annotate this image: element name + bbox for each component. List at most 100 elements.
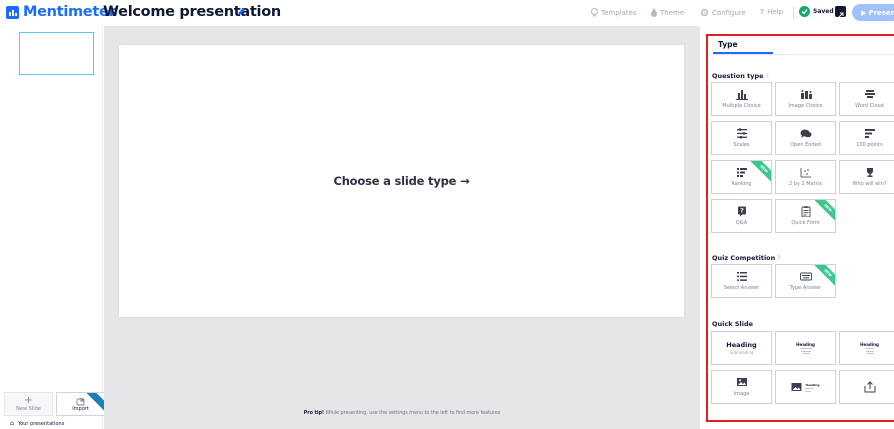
quick-slide-image-card[interactable]: Image <box>711 370 772 404</box>
import-button[interactable]: Import <box>56 392 105 416</box>
help-label: Help <box>767 8 784 16</box>
card-label: Quick Form <box>791 220 820 226</box>
card-label: Open Ended <box>790 142 821 148</box>
card-label: Q&A <box>735 220 748 226</box>
pro-tip-label: Pro tip! <box>303 411 325 416</box>
trophy-icon <box>866 168 873 177</box>
slide-type-ranking[interactable]: Ranking NEW <box>711 160 772 194</box>
pencil-icon[interactable] <box>236 6 247 17</box>
configure-button[interactable]: Configure <box>700 8 746 17</box>
help-icon[interactable]: ? <box>766 72 769 80</box>
qa-icon: ? <box>737 206 746 217</box>
your-presentations-link[interactable]: ⌂ Your presentations <box>10 420 64 427</box>
slide-type-quick-form[interactable]: Quick Form NEW <box>775 199 836 233</box>
lightbulb-icon <box>591 8 598 17</box>
templates-button[interactable]: Templates <box>591 8 637 17</box>
play-icon: ▶ <box>861 8 867 17</box>
svg-text:?: ? <box>740 208 744 215</box>
pro-tip: Pro tip! While presenting, use the setti… <box>104 411 700 416</box>
heading-preview-subtitle: Subheading <box>729 350 754 355</box>
top-bar: Mentimeter Welcome presentation Template… <box>0 0 894 26</box>
scales-icon <box>736 128 747 139</box>
slide-type-open-ended[interactable]: Open Ended <box>775 121 836 155</box>
your-presentations-label: Your presentations <box>17 420 65 427</box>
theme-label: Theme <box>660 8 685 17</box>
slide-thumbnail[interactable] <box>19 32 94 75</box>
slide-type-type-answer[interactable]: Type Answer NEW <box>775 264 836 298</box>
configure-label: Configure <box>712 8 746 17</box>
card-label: Scales <box>733 142 750 148</box>
presentation-title[interactable]: Welcome presentation <box>103 4 281 20</box>
card-label: Word Cloud <box>855 103 884 109</box>
check-icon <box>799 6 810 17</box>
fullscreen-icon[interactable] <box>835 6 846 19</box>
question-mark-icon: ? <box>760 8 765 16</box>
plus-icon: + <box>24 395 33 406</box>
home-icon: ⌂ <box>10 420 14 427</box>
image-icon <box>736 378 747 386</box>
image-icon <box>791 383 802 391</box>
slide-type-panel: Type Question type? Multiple Choice Imag… <box>706 34 894 422</box>
list-line <box>865 348 874 350</box>
card-label: Who will win? <box>852 181 887 187</box>
new-slide-label: New Slide <box>16 406 41 412</box>
tab-type[interactable]: Type <box>718 40 738 49</box>
card-label: 2 by 2 Matrix <box>788 181 822 187</box>
quick-slide-list-card[interactable]: Heading <box>839 331 894 365</box>
list-line <box>865 353 874 355</box>
quiz-competition-title: Quiz Competition <box>712 254 776 262</box>
slide-type-select-answer[interactable]: Select Answer <box>711 264 772 298</box>
new-badge: NEW <box>749 161 771 184</box>
text-line <box>805 390 812 392</box>
card-label: Select Answer <box>723 285 760 291</box>
heading-preview-title: Heading <box>726 341 757 349</box>
slide-type-100-points[interactable]: 100 points <box>839 121 894 155</box>
matrix-icon <box>800 168 811 178</box>
slide-type-qa[interactable]: ? Q&A <box>711 199 772 233</box>
slide-type-word-cloud[interactable]: Word Cloud <box>839 82 894 116</box>
header-divider <box>793 7 794 19</box>
saved-status: Saved <box>799 6 834 17</box>
export-icon <box>864 381 875 393</box>
help-button[interactable]: ? Help <box>760 8 783 16</box>
quick-slide-export-card[interactable] <box>839 370 894 404</box>
word-cloud-icon <box>864 90 875 98</box>
quick-slide-heading-card[interactable]: Heading Subheading <box>711 331 772 365</box>
question-type-heading: Question type? <box>712 72 769 80</box>
logo-icon <box>6 5 19 19</box>
mentimeter-logo[interactable]: Mentimeter <box>6 4 116 20</box>
image-choice-icon <box>800 90 812 99</box>
slide-type-image-choice[interactable]: Image Choice <box>775 82 836 116</box>
card-label: Image <box>733 391 750 397</box>
slide-list-panel: + New Slide Import ⌂ Your presentations <box>0 26 105 429</box>
slide-type-scales[interactable]: Scales <box>711 121 772 155</box>
new-slide-button[interactable]: + New Slide <box>4 392 53 416</box>
theme-button[interactable]: Theme <box>651 8 684 17</box>
list-preview-title: Heading <box>860 341 879 347</box>
editor-canvas: Choose a slide type → Pro tip! While pre… <box>104 26 700 429</box>
bullets-preview-title: Heading <box>796 341 815 347</box>
card-label: Type Answer <box>789 285 822 291</box>
card-label: Multiple Choice <box>722 103 761 109</box>
slide-type-multiple-choice[interactable]: Multiple Choice <box>711 82 772 116</box>
card-label: Ranking <box>731 181 752 187</box>
bullet-line <box>800 350 811 352</box>
question-type-title: Question type <box>712 72 764 80</box>
card-label: Image Choice <box>788 103 823 109</box>
slide-type-who-will-win[interactable]: Who will win? <box>839 160 894 194</box>
present-label: Present <box>868 8 894 17</box>
droplet-icon <box>651 8 657 17</box>
help-icon[interactable]: ? <box>777 254 780 262</box>
text-line <box>805 388 814 389</box>
quick-slide-image-text-card[interactable]: Heading <box>775 370 836 404</box>
slide-preview[interactable]: Choose a slide type → <box>119 45 684 317</box>
pro-tip-text: While presenting, use the settings menu … <box>324 411 501 416</box>
speech-bubbles-icon <box>800 129 811 138</box>
present-button[interactable]: ▶ Present <box>852 4 894 21</box>
quiz-competition-heading: Quiz Competition? <box>712 254 781 262</box>
clipboard-icon <box>801 206 810 217</box>
quick-slide-bullets-card[interactable]: Heading <box>775 331 836 365</box>
bullet-line <box>799 348 812 350</box>
slide-type-2-by-2-matrix[interactable]: 2 by 2 Matrix <box>775 160 836 194</box>
tab-divider <box>708 54 894 55</box>
